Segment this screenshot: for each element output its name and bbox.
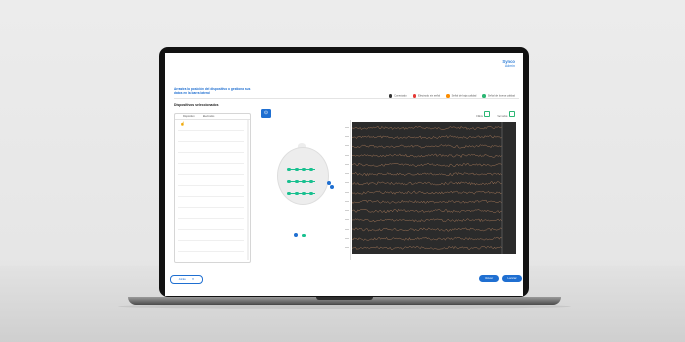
view-all-label: Ver todos [497,115,508,118]
legend-dot [446,94,450,98]
device-row[interactable] [178,229,244,230]
device-row[interactable] [178,207,244,208]
device-row[interactable] [178,196,244,197]
legend-item: Conectado [388,94,407,98]
legend-dot [482,94,486,98]
channel-tick [345,154,349,156]
channel-tick [345,145,349,147]
recenter-button[interactable]: ⊙ [261,109,271,118]
device-row[interactable] [178,240,244,241]
channel-tick [345,228,349,230]
device-row[interactable] [178,163,244,164]
legend-item: Señal de buena calidad [482,94,515,98]
view-all-control[interactable]: Ver todos [497,111,515,118]
filters-control[interactable]: Filtros [476,111,491,118]
electrode[interactable] [309,168,313,171]
close-icon: ✕ [191,277,195,281]
electrode[interactable] [287,192,291,195]
channel-tick [345,127,349,128]
app-screen: Synco Admin Arrastra la posición del dis… [165,53,523,296]
electrode[interactable] [302,192,306,195]
signal-legend: Conectado Electrodo sin señal Señal de b… [388,94,515,98]
eeg-toolbar: Filtros Ver todos [476,111,515,118]
channel-tick [345,219,349,220]
electrode[interactable] [302,180,306,183]
laptop-shadow [118,304,571,309]
channel-tick [345,163,349,165]
electrode[interactable] [287,180,291,183]
back-button[interactable]: Atrás ✕ [170,275,203,284]
channel-tick [345,182,349,183]
channel-tick [345,173,349,174]
channel-tick [345,247,349,248]
back-label: Atrás [178,277,186,281]
device-row[interactable] [178,218,244,219]
legend-dot [412,94,417,98]
brand-sub: Admin [504,64,515,68]
device-row[interactable] [178,174,244,175]
legend-dot [388,94,393,98]
legend-item: Señal de baja calidad [446,94,476,98]
filter-icon [484,111,491,117]
device-row[interactable] [178,251,244,252]
legend-item: Electrodo sin señal [412,94,441,98]
head-map[interactable] [277,147,329,205]
channel-tick [345,237,349,239]
header-divider [174,98,519,99]
devices-table-header: Dispositivo Electrodos [175,114,250,120]
electrode[interactable] [302,168,306,171]
lanzar-button[interactable]: Lanzar [502,275,522,282]
electrode[interactable] [295,192,299,195]
device-row[interactable] [178,130,244,131]
devices-panel[interactable]: Dispositivo Electrodos ☝ [174,113,251,263]
reference-electrode[interactable] [302,233,306,237]
eeg-viewer[interactable] [352,122,516,254]
device-marker[interactable] [330,185,334,189]
panel-separator [350,120,351,260]
legend-label: Señal de baja calidad [451,94,477,98]
electrode[interactable] [295,168,299,171]
column-device: Dispositivo [183,115,195,118]
pointer-cursor-icon: ☝ [180,121,185,126]
channel-tick [345,136,349,137]
electrode[interactable] [309,180,313,183]
filters-label: Filtros [476,115,483,118]
reference-device-marker[interactable] [294,233,298,237]
selected-devices-title: Dispositivos seleccionados [174,103,219,107]
eeg-background [352,122,516,254]
target-icon: ⊙ [263,110,269,116]
device-row[interactable] [178,141,244,142]
device-row[interactable] [178,185,244,186]
electrode[interactable] [287,168,291,171]
volver-button[interactable]: Volver [479,275,499,282]
channel-tick [345,210,349,211]
electrode[interactable] [295,180,299,183]
channel-tick [345,191,349,193]
column-electrodes: Electrodos [203,115,215,118]
device-row[interactable] [178,152,244,153]
instructions-text: Arrastra la posición del dispositivo o g… [174,87,251,95]
grid-icon [509,111,515,117]
legend-label: Señal de buena calidad [487,94,515,98]
brand-logo: Synco Admin [502,59,515,68]
channel-tick [345,200,349,202]
legend-label: Electrodo sin señal [418,94,441,98]
legend-label: Conectado [394,94,407,98]
devices-scrollbar[interactable] [247,120,249,260]
laptop-notch [316,297,373,300]
electrode[interactable] [309,192,313,195]
